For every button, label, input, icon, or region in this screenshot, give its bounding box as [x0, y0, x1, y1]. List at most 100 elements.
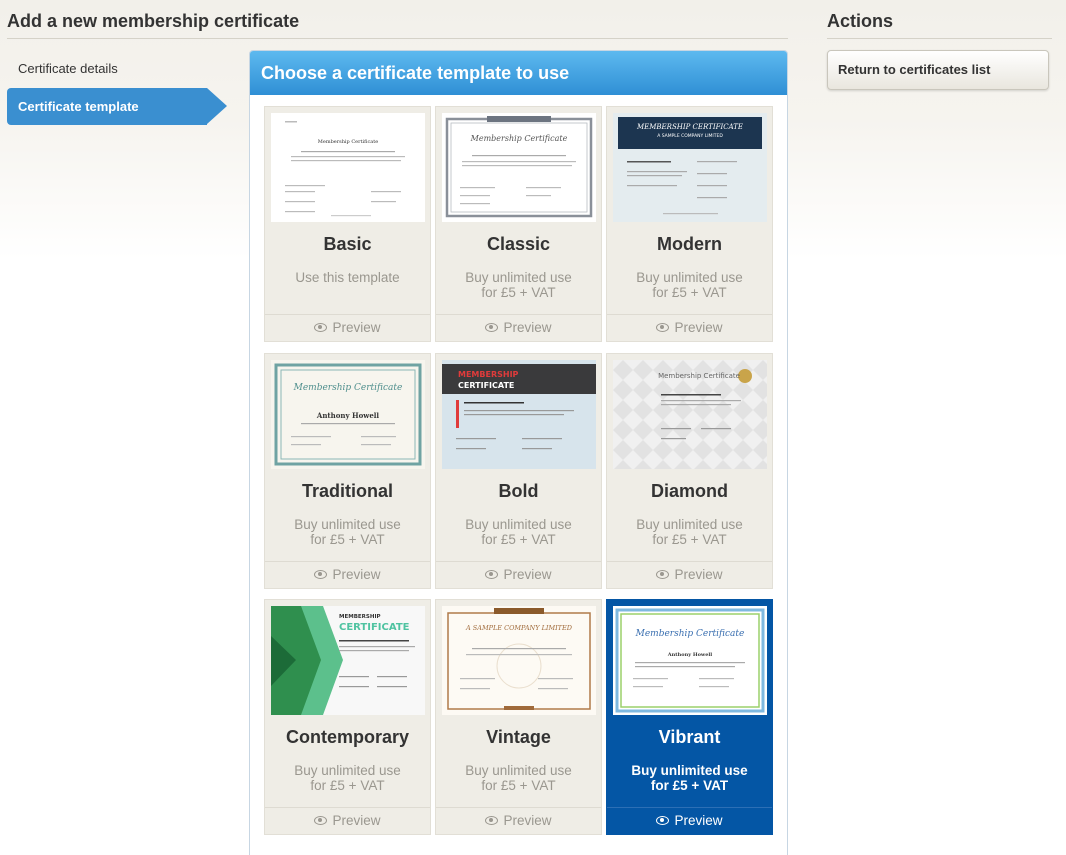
title-divider: [7, 38, 788, 39]
vibrant-thumb-name: Anthony Howell: [667, 652, 713, 658]
template-card-classic[interactable]: Membership Certificate Classic Buy unlim…: [435, 106, 602, 342]
preview-label: Preview: [503, 813, 552, 828]
template-card-contemporary[interactable]: MEMBERSHIP CERTIFICATE Contemporary Buy …: [264, 599, 431, 835]
preview-label: Preview: [503, 567, 552, 582]
classic-thumbnail: Membership Certificate: [442, 113, 596, 222]
basic-thumb-title: Membership Certificate: [318, 139, 378, 145]
basic-thumbnail: Membership Certificate: [271, 113, 425, 222]
template-price-line2: for £5 + VAT: [481, 532, 556, 547]
contemporary-thumb-title1: MEMBERSHIP: [339, 614, 381, 620]
template-price: Buy unlimited use for £5 + VAT: [436, 270, 601, 300]
eye-icon: [656, 570, 670, 579]
template-price: Buy unlimited use for £5 + VAT: [265, 517, 430, 547]
preview-button[interactable]: Preview: [436, 561, 601, 588]
preview-label: Preview: [674, 320, 723, 335]
template-name: Contemporary: [285, 727, 410, 747]
page-title: Add a new membership certificate: [7, 11, 300, 31]
template-price-line1: Buy unlimited use: [636, 517, 743, 532]
template-panel: Choose a certificate template to use Mem…: [249, 50, 788, 855]
template-price: Buy unlimited use for £5 + VAT: [607, 517, 772, 547]
actions-divider: [827, 38, 1052, 39]
eye-icon: [656, 816, 670, 825]
preview-label: Preview: [674, 813, 723, 828]
template-price: Buy unlimited use for £5 + VAT: [607, 270, 772, 300]
preview-button[interactable]: Preview: [607, 561, 772, 588]
template-price-line2: for £5 + VAT: [652, 532, 727, 547]
template-name: Modern: [657, 234, 722, 254]
template-price-line1: Buy unlimited use: [294, 763, 401, 778]
template-price-line2: for £5 + VAT: [481, 285, 556, 300]
eye-icon: [485, 323, 499, 332]
template-price-line2: for £5 + VAT: [310, 532, 385, 547]
preview-label: Preview: [503, 320, 552, 335]
template-card-vintage[interactable]: A SAMPLE COMPANY LIMITED Vintage Buy unl…: [435, 599, 602, 835]
template-card-traditional[interactable]: Membership Certificate Anthony Howell Tr…: [264, 353, 431, 589]
bold-thumb-title1: MEMBERSHIP: [458, 370, 519, 379]
template-price-line2: for £5 + VAT: [652, 285, 727, 300]
template-card-modern[interactable]: MEMBERSHIP CERTIFICATE A SAMPLE COMPANY …: [606, 106, 773, 342]
contemporary-thumbnail: MEMBERSHIP CERTIFICATE: [271, 606, 425, 715]
preview-label: Preview: [674, 567, 723, 582]
template-price-line1: Buy unlimited use: [465, 763, 572, 778]
sidebar-item-label: Certificate template: [18, 99, 139, 114]
eye-icon: [485, 816, 499, 825]
template-card-bold[interactable]: MEMBERSHIP CERTIFICATE Bold Buy unlimite…: [435, 353, 602, 589]
template-name: Classic: [486, 234, 551, 254]
eye-icon: [314, 323, 328, 332]
sidebar-item-certificate-details[interactable]: Certificate details: [7, 50, 207, 87]
traditional-thumb-name: Anthony Howell: [316, 411, 380, 420]
eye-icon: [656, 323, 670, 332]
vintage-thumbnail: A SAMPLE COMPANY LIMITED: [442, 606, 596, 715]
template-name: Diamond: [650, 481, 728, 501]
preview-button[interactable]: Preview: [265, 561, 430, 588]
template-price: Buy unlimited use for £5 + VAT: [436, 517, 601, 547]
template-price-line2: for £5 + VAT: [310, 778, 385, 793]
template-price-line2: for £5 + VAT: [481, 778, 556, 793]
modern-thumb-title: MEMBERSHIP CERTIFICATE: [636, 123, 743, 131]
template-name: Basic: [323, 234, 372, 254]
preview-button[interactable]: Preview: [265, 314, 430, 341]
preview-button[interactable]: Preview: [607, 314, 772, 341]
modern-thumb-subtitle: A SAMPLE COMPANY LIMITED: [657, 133, 723, 139]
template-name: Bold: [498, 481, 539, 501]
eye-icon: [314, 816, 328, 825]
diamond-thumbnail: Membership Certificate: [613, 360, 767, 469]
template-card-basic[interactable]: Membership Certificate Basic Use this te…: [264, 106, 431, 342]
preview-label: Preview: [332, 320, 381, 335]
template-price-line2: for £5 + VAT: [650, 778, 729, 793]
template-name: Vibrant: [658, 727, 721, 747]
eye-icon: [485, 570, 499, 579]
traditional-thumb-title: Membership Certificate: [293, 383, 403, 393]
template-price-line1: Buy unlimited use: [465, 270, 572, 285]
template-price: Buy unlimited use for £5 + VAT: [436, 763, 601, 793]
preview-label: Preview: [332, 567, 381, 582]
template-price: Use this template: [265, 270, 430, 285]
vibrant-thumbnail: Membership Certificate Anthony Howell: [613, 606, 767, 715]
template-name: Traditional: [301, 481, 393, 501]
template-price-line1: Buy unlimited use: [294, 517, 401, 532]
template-name: Vintage: [486, 727, 551, 747]
preview-button[interactable]: Preview: [436, 314, 601, 341]
preview-label: Preview: [332, 813, 381, 828]
template-price: Buy unlimited use for £5 + VAT: [265, 763, 430, 793]
template-price-line1: Use this template: [295, 270, 400, 285]
vintage-thumb-title: A SAMPLE COMPANY LIMITED: [465, 624, 573, 632]
preview-button[interactable]: Preview: [436, 807, 601, 834]
template-card-diamond[interactable]: Membership Certificate Diamond Buy unlim…: [606, 353, 773, 589]
preview-button[interactable]: Preview: [265, 807, 430, 834]
preview-button[interactable]: Preview: [607, 807, 772, 834]
sidebar-item-certificate-template[interactable]: Certificate template: [7, 88, 227, 125]
template-card-vibrant[interactable]: Membership Certificate Anthony Howell Vi…: [606, 599, 773, 835]
vibrant-thumb-title: Membership Certificate: [635, 629, 745, 639]
sidebar-item-label: Certificate details: [18, 61, 118, 76]
modern-thumbnail: MEMBERSHIP CERTIFICATE A SAMPLE COMPANY …: [613, 113, 767, 222]
eye-icon: [314, 570, 328, 579]
template-price: Buy unlimited use for £5 + VAT: [607, 763, 772, 793]
return-to-certificates-button[interactable]: Return to certificates list: [827, 50, 1049, 90]
template-price-line1: Buy unlimited use: [636, 270, 743, 285]
diamond-thumb-title: Membership Certificate: [658, 372, 740, 380]
bold-thumbnail: MEMBERSHIP CERTIFICATE: [442, 360, 596, 469]
template-price-line1: Buy unlimited use: [465, 517, 572, 532]
template-price-line1: Buy unlimited use: [631, 763, 748, 778]
traditional-thumbnail: Membership Certificate Anthony Howell: [271, 360, 425, 469]
